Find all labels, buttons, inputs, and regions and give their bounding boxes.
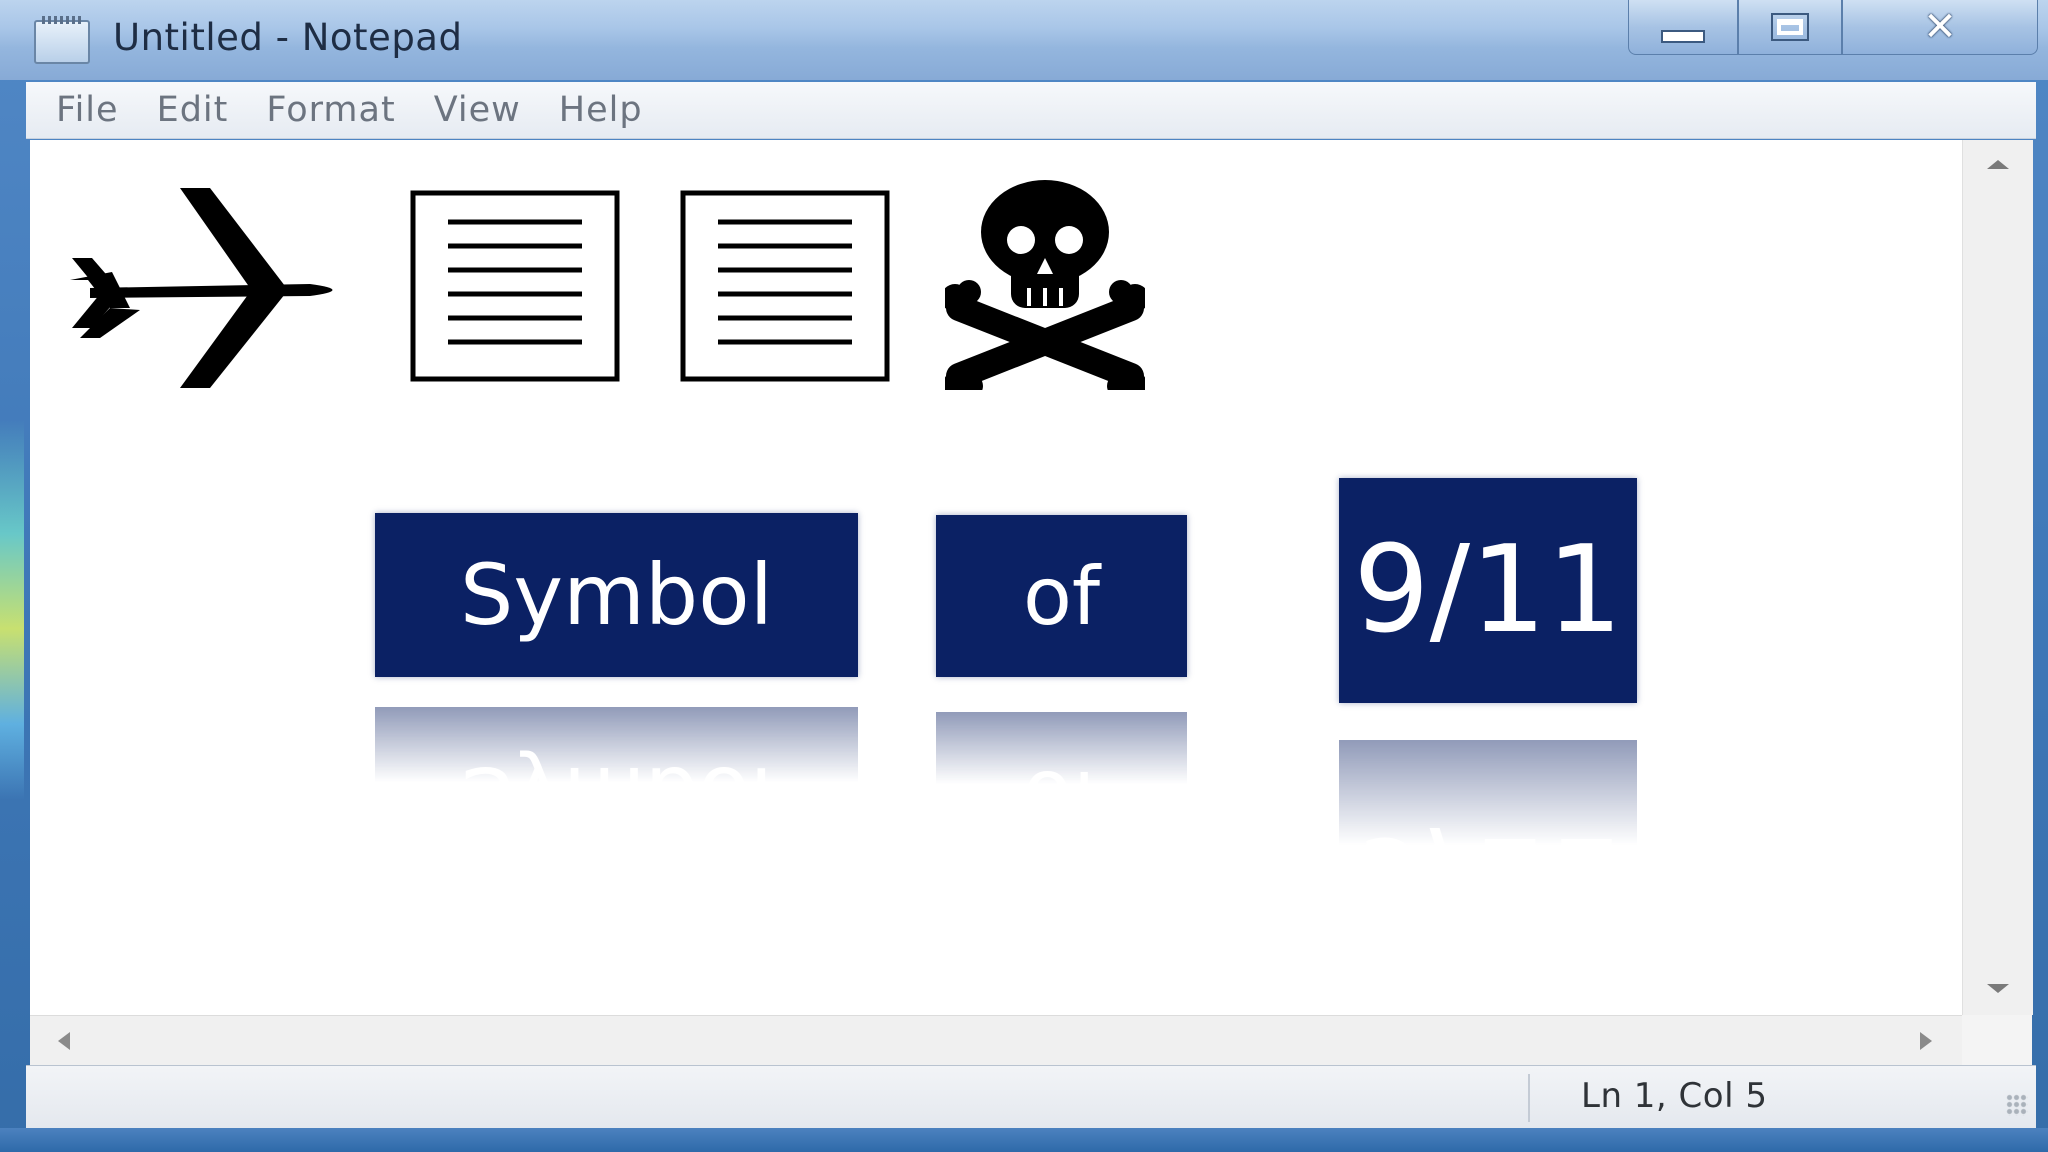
word-block-911: 9/11 — [1339, 478, 1637, 703]
skull-crossbones-icon — [945, 180, 1145, 390]
menu-format[interactable]: Format — [266, 90, 395, 130]
caption-buttons: ✕ — [1628, 0, 2038, 55]
maximize-icon — [1771, 13, 1809, 41]
reflection-text: 9/11 — [1353, 810, 1623, 881]
word-reflection-symbol: Symbol — [375, 707, 858, 807]
word-reflection-911: 9/11 — [1339, 740, 1637, 880]
status-bar: Ln 1, Col 5 — [26, 1065, 2036, 1129]
document-icon — [680, 190, 890, 382]
word-reflection-of: of — [936, 712, 1187, 808]
menu-help[interactable]: Help — [559, 90, 643, 130]
scrollbar-corner — [1962, 1015, 2032, 1065]
airplane-icon — [70, 188, 333, 388]
word-block-of: of — [936, 515, 1187, 677]
scroll-down-arrow-icon[interactable] — [1987, 984, 2009, 993]
scroll-right-arrow-icon[interactable] — [1920, 1032, 1932, 1050]
word-block-symbol: Symbol — [375, 513, 858, 677]
resize-grip-icon[interactable] — [2006, 1094, 2028, 1116]
cursor-position: Ln 1, Col 5 — [1581, 1076, 1768, 1116]
window-bottom-border — [0, 1128, 2048, 1152]
scroll-up-arrow-icon[interactable] — [1987, 160, 2009, 169]
close-icon: ✕ — [1923, 4, 1957, 50]
menu-view[interactable]: View — [434, 90, 521, 130]
reflection-text: Symbol — [460, 748, 773, 807]
taskbar-glow — [0, 420, 24, 800]
window-title: Untitled - Notepad — [113, 16, 463, 59]
minimize-icon — [1661, 29, 1705, 43]
status-separator — [1528, 1074, 1530, 1122]
reflection-text: of — [1022, 753, 1101, 809]
horizontal-scrollbar[interactable] — [30, 1015, 1962, 1066]
menu-edit[interactable]: Edit — [157, 90, 229, 130]
title-bar[interactable]: Untitled - Notepad ✕ — [0, 0, 2048, 80]
vertical-scrollbar[interactable] — [1962, 140, 2033, 1015]
menu-file[interactable]: File — [56, 90, 119, 130]
minimize-button[interactable] — [1628, 0, 1738, 55]
maximize-button[interactable] — [1738, 0, 1842, 55]
document-icon — [410, 190, 620, 382]
notepad-window: Untitled - Notepad ✕ File Edit Format Vi… — [0, 0, 2048, 1152]
notepad-app-icon[interactable] — [34, 16, 90, 64]
close-button[interactable]: ✕ — [1842, 0, 2038, 55]
scroll-left-arrow-icon[interactable] — [58, 1032, 70, 1050]
menu-bar: File Edit Format View Help — [26, 82, 2036, 139]
